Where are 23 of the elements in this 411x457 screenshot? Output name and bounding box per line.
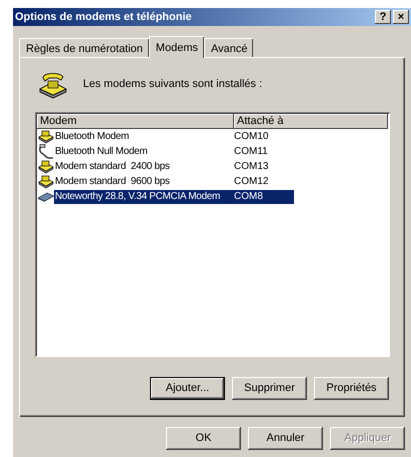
tab[interactable]: Modems — [148, 36, 204, 58]
intro-text: Les modems suivants sont installés : — [83, 76, 262, 92]
help-button[interactable]: ? — [375, 10, 391, 24]
list-row[interactable]: Noteworthy 28.8, V.34 PCMCIA Modem COM8 — [54, 190, 294, 204]
tab[interactable]: Avancé — [204, 38, 254, 57]
list-row[interactable]: Bluetooth Modem COM10 — [54, 130, 294, 144]
list-row[interactable]: Bluetooth Null Modem COM11 — [54, 145, 294, 159]
list-row[interactable]: Modem standard 2400 bps COM13 — [54, 160, 294, 174]
column-header[interactable]: Modem — [37, 114, 234, 129]
window-title: Options de modems et téléphonie — [15, 10, 192, 25]
tab[interactable]: Règles de numérotation — [19, 38, 149, 57]
modem-icon — [38, 129, 54, 145]
column-header[interactable]: Attaché à — [234, 114, 388, 129]
dialog-button[interactable]: Ajouter... — [150, 377, 225, 400]
dialog-button[interactable]: Supprimer — [232, 377, 307, 400]
modem-icon — [38, 174, 54, 190]
dialog-button[interactable]: Annuler — [248, 427, 323, 450]
close-button[interactable]: × — [393, 10, 409, 24]
dialog-button[interactable]: Propriétés — [314, 377, 389, 400]
dialog-button[interactable]: OK — [166, 427, 241, 450]
cable-icon — [38, 144, 54, 160]
list-row[interactable]: Modem standard 9600 bps COM12 — [54, 175, 294, 189]
modem-icon — [38, 159, 54, 175]
